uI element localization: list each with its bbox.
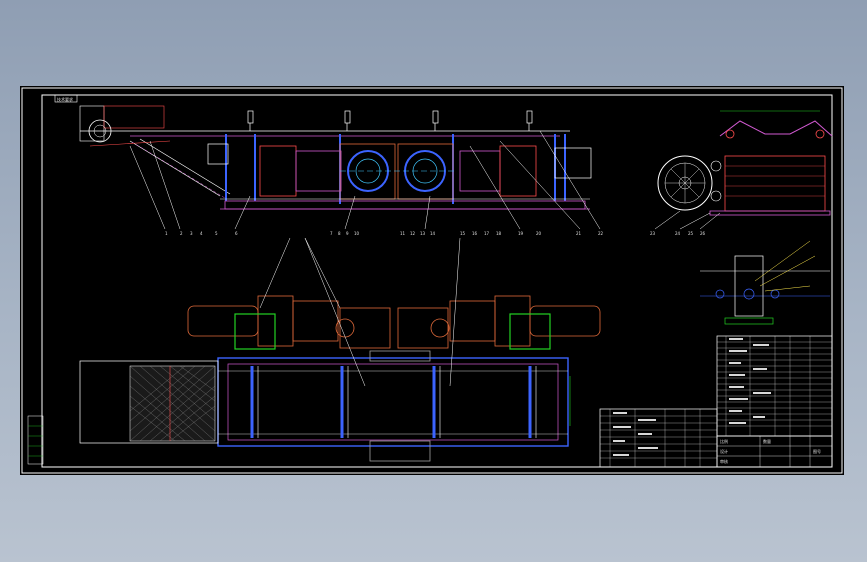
balloon-17: 17 xyxy=(484,231,490,236)
plan-view xyxy=(79,237,601,462)
main-frame xyxy=(217,357,569,447)
balloon-10: 10 xyxy=(354,231,360,236)
balloon-7: 7 xyxy=(330,231,333,236)
balloon-5: 5 xyxy=(215,231,218,236)
guard-left xyxy=(234,313,276,350)
balloon-20: 20 xyxy=(536,231,542,236)
title-tag: 技术要求 xyxy=(54,94,78,103)
drawing-sheet: 技术要求 1 2 3 4 5 6 7 8 9 10 11 12 13 14 15… xyxy=(20,86,844,475)
left-motor xyxy=(259,145,297,197)
balloon-13: 13 xyxy=(420,231,426,236)
balloon-19: 19 xyxy=(518,231,524,236)
balloon-18: 18 xyxy=(496,231,502,236)
balloon-row-top: 1 2 3 4 5 6 7 8 9 10 11 12 13 14 15 16 1… xyxy=(165,231,604,236)
tb-dwgno-label: 图号 xyxy=(813,448,821,454)
balloon-9: 9 xyxy=(346,231,349,236)
balloon-1: 1 xyxy=(165,231,168,236)
balloon-21: 21 xyxy=(576,231,582,236)
tb-qty-label: 数量 xyxy=(763,438,771,444)
balloon-24: 24 xyxy=(675,231,681,236)
cad-drawing: 技术要求 1 2 3 4 5 6 7 8 9 10 11 12 13 14 15… xyxy=(21,87,843,474)
front-view: 1 2 3 4 5 6 7 8 9 10 11 12 13 14 15 16 1… xyxy=(79,105,604,236)
balloon-2: 2 xyxy=(180,231,183,236)
balloon-25: 25 xyxy=(688,231,694,236)
balloon-12: 12 xyxy=(410,231,416,236)
title-tag-text: 技术要求 xyxy=(57,96,73,102)
balloon-3: 3 xyxy=(190,231,193,236)
balloon-4: 4 xyxy=(200,231,203,236)
balloon-26: 26 xyxy=(700,231,706,236)
parts-list-right xyxy=(716,335,833,437)
tb-review-label: 审核 xyxy=(720,458,728,464)
detail-view xyxy=(700,240,830,325)
balloon-22: 22 xyxy=(598,231,604,236)
parts-list-left xyxy=(599,408,718,468)
balloon-16: 16 xyxy=(472,231,478,236)
balloon-23: 23 xyxy=(650,231,656,236)
right-motor xyxy=(499,145,537,197)
balloon-15: 15 xyxy=(460,231,466,236)
tb-scale-label: 比例 xyxy=(720,438,728,444)
balloon-14: 14 xyxy=(430,231,436,236)
tb-design-label: 设计 xyxy=(720,448,728,454)
side-note-table xyxy=(27,415,44,465)
title-block: 比例 数量 设计 图号 审核 xyxy=(716,435,833,468)
balloon-6: 6 xyxy=(235,231,238,236)
balloon-11: 11 xyxy=(400,231,406,236)
side-view: 23 24 25 26 xyxy=(650,110,833,236)
balloon-8: 8 xyxy=(338,231,341,236)
